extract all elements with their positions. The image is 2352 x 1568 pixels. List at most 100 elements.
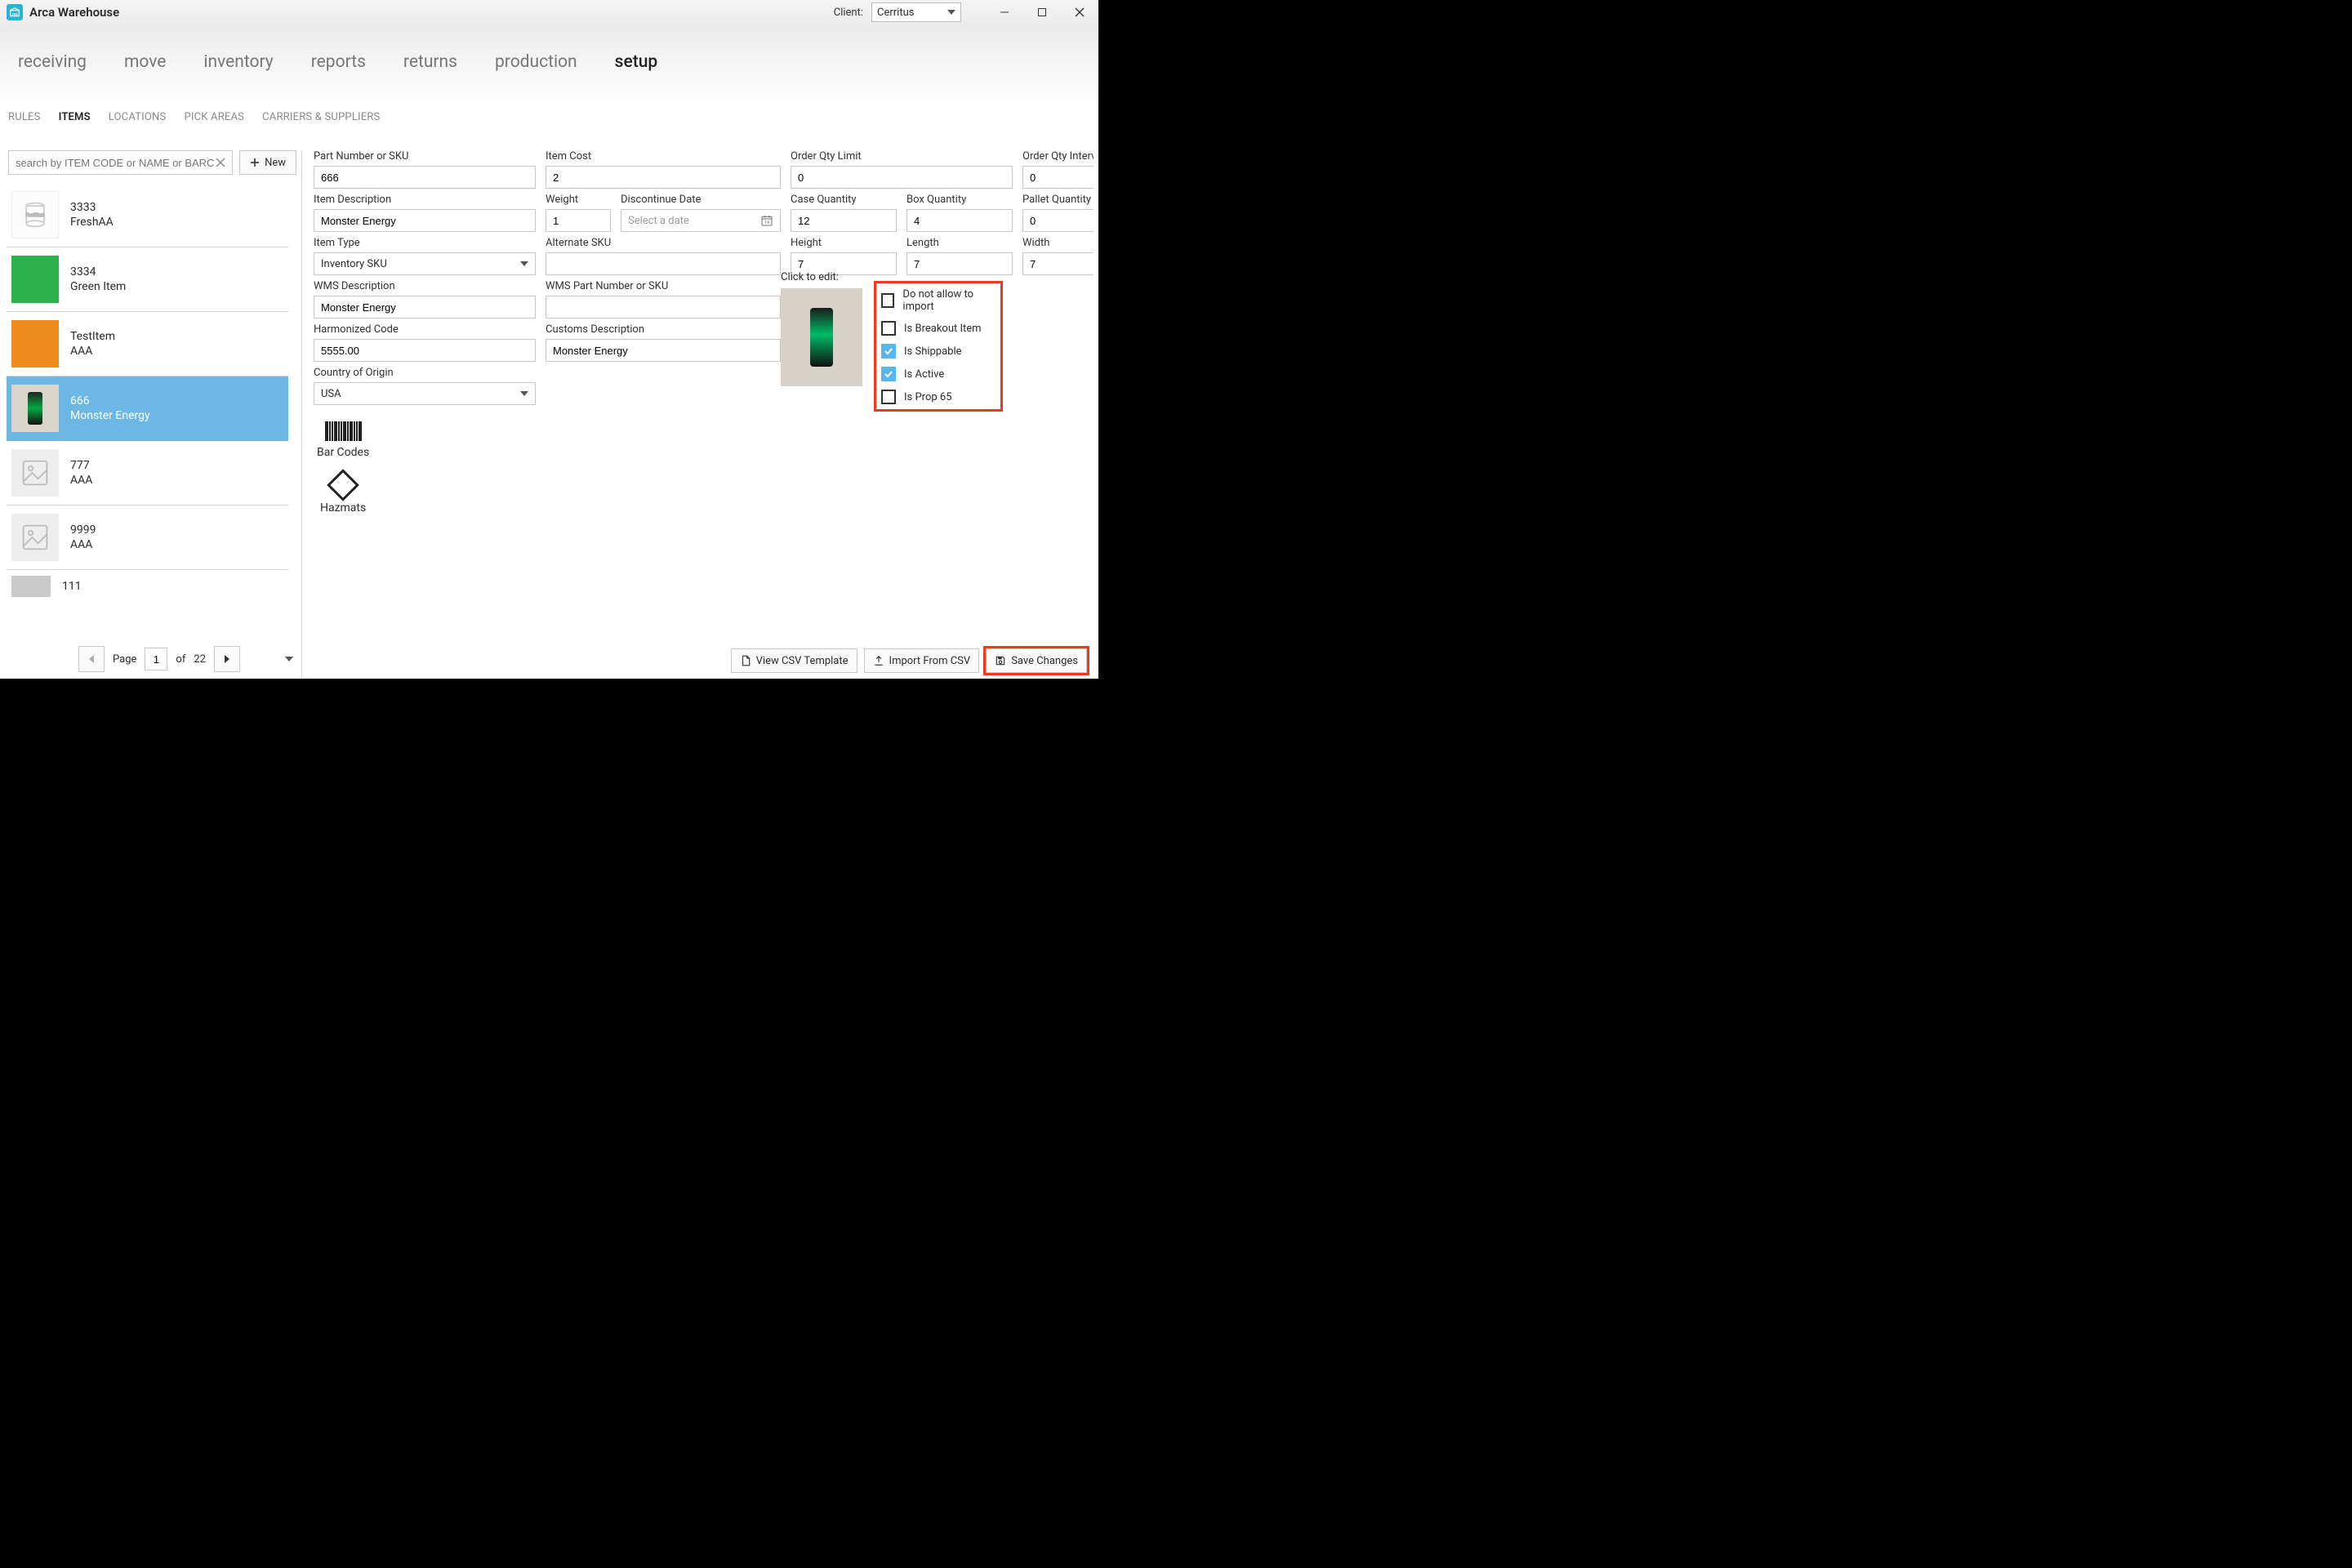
nav-returns[interactable]: returns [403, 52, 457, 72]
tab-pick-areas[interactable]: PICK AREAS [184, 111, 244, 132]
barcodes-button[interactable]: Bar Codes [317, 421, 369, 459]
no-import-checkbox[interactable] [881, 293, 894, 308]
breakout-checkbox[interactable] [881, 321, 896, 336]
item-desc-label: Item Description [314, 194, 536, 206]
item-list[interactable]: FastBlast 3333 FreshAA 3334 Green Item [7, 183, 298, 639]
nav-receiving[interactable]: receiving [18, 52, 87, 72]
item-search-input[interactable] [16, 157, 214, 169]
alt-sku-input[interactable] [546, 252, 781, 275]
wms-part-input[interactable] [546, 296, 781, 318]
import-csv-button[interactable]: Import From CSV [864, 648, 980, 673]
nav-reports[interactable]: reports [311, 52, 366, 72]
save-icon [995, 655, 1006, 666]
item-thumbnail [11, 514, 59, 561]
item-thumbnail [11, 449, 59, 497]
page-label: Page [113, 653, 136, 666]
no-import-label: Do not allow to import [902, 288, 996, 313]
width-input[interactable] [1022, 252, 1094, 275]
bottom-band [0, 679, 1098, 733]
list-item[interactable]: TestItem AAA [7, 312, 288, 376]
page-next-button[interactable] [214, 646, 240, 672]
item-thumbnail [11, 385, 59, 432]
case-qty-input[interactable] [791, 209, 897, 232]
discontinue-date-placeholder: Select a date [628, 215, 689, 227]
breakout-label: Is Breakout Item [904, 323, 982, 335]
calendar-icon: 14 [760, 214, 773, 227]
item-search-wrap [8, 150, 233, 175]
wms-part-label: WMS Part Number or SKU [546, 280, 781, 292]
item-code: TestItem [70, 330, 115, 343]
prop65-checkbox[interactable] [881, 390, 896, 404]
chevron-right-icon [225, 655, 229, 663]
client-select[interactable]: Cerritus [871, 2, 961, 22]
nav-production[interactable]: production [495, 52, 577, 72]
item-name: Green Item [70, 280, 126, 293]
nav-setup[interactable]: setup [615, 52, 658, 72]
weight-input[interactable] [546, 209, 611, 232]
item-flags-panel: Do not allow to import Is Breakout Item … [874, 281, 1003, 412]
list-item[interactable]: 666 Monster Energy [7, 376, 288, 441]
item-name: FreshAA [70, 216, 114, 229]
order-qty-limit-input[interactable] [791, 166, 1013, 189]
view-csv-template-button[interactable]: View CSV Template [731, 648, 858, 673]
list-item[interactable]: 9999 AAA [7, 506, 288, 570]
active-checkbox[interactable] [881, 367, 896, 381]
harm-code-input[interactable] [314, 339, 536, 362]
shippable-checkbox[interactable] [881, 344, 896, 359]
hazmats-button[interactable]: Hazmats [320, 474, 366, 514]
box-qty-input[interactable] [906, 209, 1013, 232]
svg-text:FastBlast: FastBlast [26, 213, 45, 218]
length-input[interactable] [906, 252, 1013, 275]
chevron-down-icon[interactable] [285, 657, 293, 662]
page-prev-button[interactable] [78, 646, 105, 672]
list-item[interactable]: 3334 Green Item [7, 247, 288, 312]
save-changes-button[interactable]: Save Changes [986, 648, 1087, 673]
diamond-icon [327, 469, 359, 501]
item-type-select[interactable]: Inventory SKU [314, 252, 536, 275]
window-close-button[interactable] [1061, 0, 1098, 24]
sub-tabs: RULES ITEMS LOCATIONS PICK AREAS CARRIER… [0, 101, 1098, 132]
client-label: Client: [834, 7, 863, 19]
list-item[interactable]: FastBlast 3333 FreshAA [7, 183, 288, 247]
country-value: USA [321, 388, 341, 400]
chevron-down-icon [947, 10, 956, 15]
wms-desc-label: WMS Description [314, 280, 536, 292]
svg-text:14: 14 [764, 220, 769, 225]
window-minimize-button[interactable] [986, 0, 1023, 24]
wms-desc-input[interactable] [314, 296, 536, 318]
box-qty-label: Box Quantity [906, 194, 1013, 206]
titlebar: Arca Warehouse Client: Cerritus [0, 0, 1098, 24]
order-qty-limit-label: Order Qty Limit [791, 150, 1013, 163]
discontinue-date-input[interactable]: Select a date 14 [621, 209, 781, 232]
country-select[interactable]: USA [314, 382, 536, 405]
client-selected-value: Cerritus [877, 7, 914, 19]
item-desc-input[interactable] [314, 209, 536, 232]
pallet-qty-label: Pallet Quantity [1022, 194, 1094, 206]
part-number-input[interactable] [314, 166, 536, 189]
page-total: 22 [194, 653, 206, 666]
tab-items[interactable]: ITEMS [59, 111, 91, 132]
app-title: Arca Warehouse [29, 5, 119, 20]
order-qty-interval-input[interactable] [1022, 166, 1094, 189]
item-image[interactable] [781, 288, 862, 386]
chevron-down-icon [520, 261, 528, 266]
item-code: 777 [70, 459, 92, 472]
height-label: Height [791, 237, 897, 249]
item-type-label: Item Type [314, 237, 536, 249]
tab-carriers-suppliers[interactable]: CARRIERS & SUPPLIERS [262, 111, 380, 132]
customs-desc-input[interactable] [546, 339, 781, 362]
prop65-label: Is Prop 65 [904, 391, 952, 403]
window-maximize-button[interactable] [1023, 0, 1061, 24]
item-cost-input[interactable] [546, 166, 781, 189]
page-input[interactable] [145, 648, 167, 670]
list-item[interactable]: 111 [7, 570, 288, 603]
nav-inventory[interactable]: inventory [203, 52, 273, 72]
tab-rules[interactable]: RULES [8, 111, 41, 132]
item-type-value: Inventory SKU [321, 258, 387, 270]
pallet-qty-input[interactable] [1022, 209, 1094, 232]
new-item-button[interactable]: New [239, 150, 296, 175]
clear-search-icon[interactable] [214, 156, 227, 169]
list-item[interactable]: 777 AAA [7, 441, 288, 506]
tab-locations[interactable]: LOCATIONS [109, 111, 167, 132]
nav-move[interactable]: move [124, 52, 166, 72]
